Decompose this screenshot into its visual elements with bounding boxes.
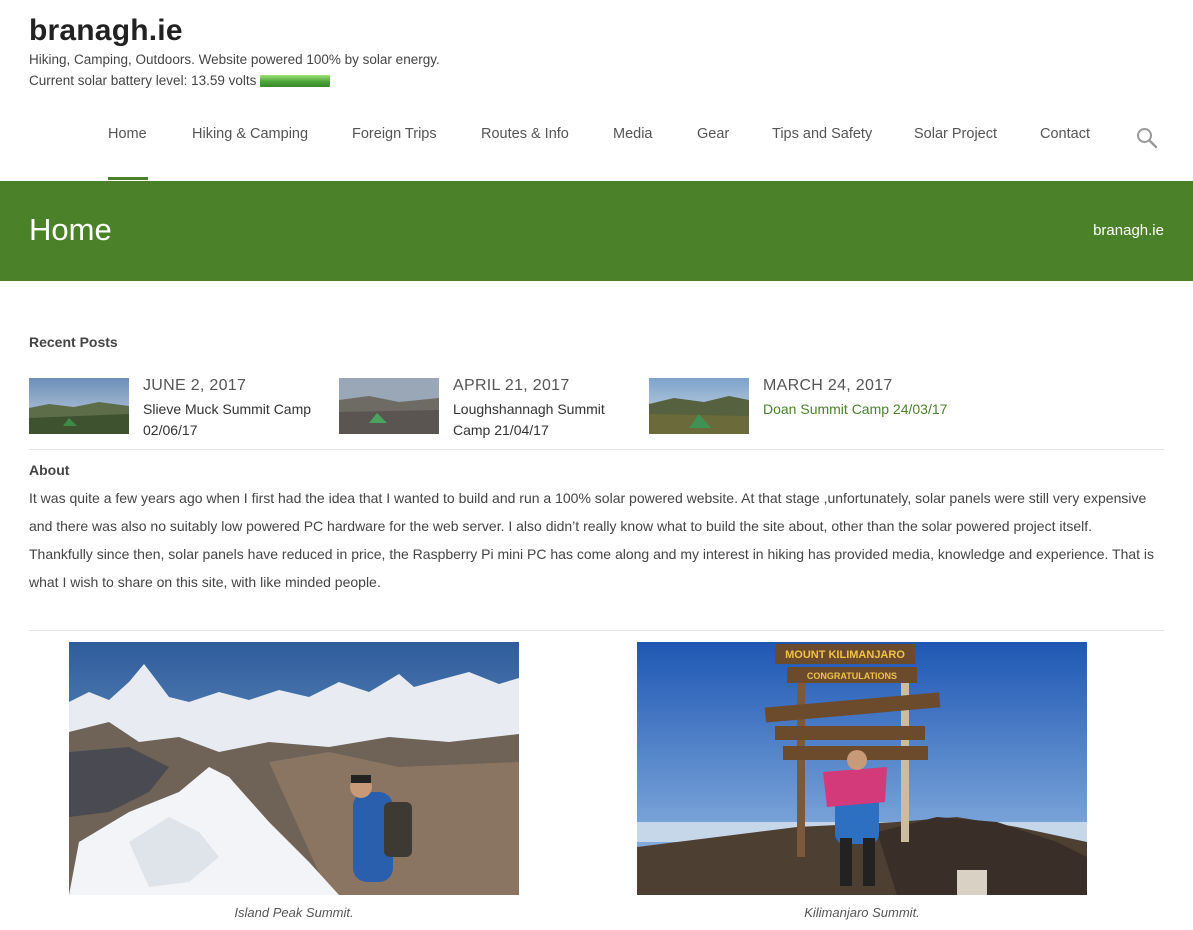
post-date: APRIL 21, 2017 <box>453 377 570 394</box>
about-text: It was quite a few years ago when I firs… <box>29 484 1169 596</box>
main-nav: Home Hiking & Camping Foreign Trips Rout… <box>0 100 1193 181</box>
post-title-link[interactable]: Loughshannagh Summit Camp 21/04/17 <box>453 399 638 441</box>
sign-congrats-text: CONGRATULATIONS <box>807 671 897 681</box>
about-heading: About <box>29 462 70 478</box>
photo-caption: Island Peak Summit. <box>234 905 354 920</box>
post-thumbnail[interactable] <box>339 378 439 434</box>
sign-title-text: MOUNT KILIMANJARO <box>785 649 905 661</box>
battery-level-bar <box>260 74 331 87</box>
site-title[interactable]: branagh.ie <box>29 14 183 48</box>
breadcrumb[interactable]: branagh.ie <box>1093 222 1164 239</box>
nav-item-routes-info[interactable]: Routes & Info <box>481 126 569 142</box>
divider <box>29 630 1164 631</box>
battery-level-text: Current solar battery level: 13.59 volts <box>29 73 257 88</box>
island-peak-photo[interactable] <box>69 642 519 895</box>
nav-item-media[interactable]: Media <box>613 126 653 142</box>
post-title-link[interactable]: Slieve Muck Summit Camp 02/06/17 <box>143 399 328 441</box>
battery-status: Current solar battery level: 13.59 volts <box>29 73 331 88</box>
post-thumbnail[interactable] <box>649 378 749 434</box>
page-banner: Home branagh.ie <box>0 181 1193 281</box>
search-icon[interactable] <box>1136 127 1158 149</box>
nav-item-contact[interactable]: Contact <box>1040 126 1090 142</box>
post-thumbnail[interactable] <box>29 378 129 434</box>
about-paragraph: Thankfully since then, solar panels have… <box>29 546 1155 590</box>
page-title: Home <box>29 212 112 247</box>
recent-posts-heading: Recent Posts <box>29 334 118 350</box>
nav-item-hiking-camping[interactable]: Hiking & Camping <box>192 126 308 142</box>
kilimanjaro-photo[interactable]: MOUNT KILIMANJARO CONGRATULATIONS <box>637 642 1087 895</box>
nav-item-solar-project[interactable]: Solar Project <box>914 126 997 142</box>
nav-item-home[interactable]: Home <box>108 126 147 142</box>
post-date: JUNE 2, 2017 <box>143 377 247 394</box>
nav-item-tips-safety[interactable]: Tips and Safety <box>772 126 872 142</box>
recent-post: JUNE 2, 2017 Slieve Muck Summit Camp 02/… <box>29 377 329 438</box>
nav-item-gear[interactable]: Gear <box>697 126 729 142</box>
site-header: branagh.ie Hiking, Camping, Outdoors. We… <box>0 0 1193 181</box>
recent-post: MARCH 24, 2017 Doan Summit Camp 24/03/17 <box>649 377 949 437</box>
recent-post: APRIL 21, 2017 Loughshannagh Summit Camp… <box>339 377 639 438</box>
active-nav-indicator <box>108 177 148 180</box>
site-tagline: Hiking, Camping, Outdoors. Website power… <box>29 52 440 67</box>
post-title-link[interactable]: Doan Summit Camp 24/03/17 <box>763 399 948 420</box>
post-date: MARCH 24, 2017 <box>763 377 893 394</box>
photo-caption: Kilimanjaro Summit. <box>804 905 920 920</box>
about-paragraph: It was quite a few years ago when I firs… <box>29 490 1147 534</box>
divider <box>29 449 1164 450</box>
nav-item-foreign-trips[interactable]: Foreign Trips <box>352 126 437 142</box>
